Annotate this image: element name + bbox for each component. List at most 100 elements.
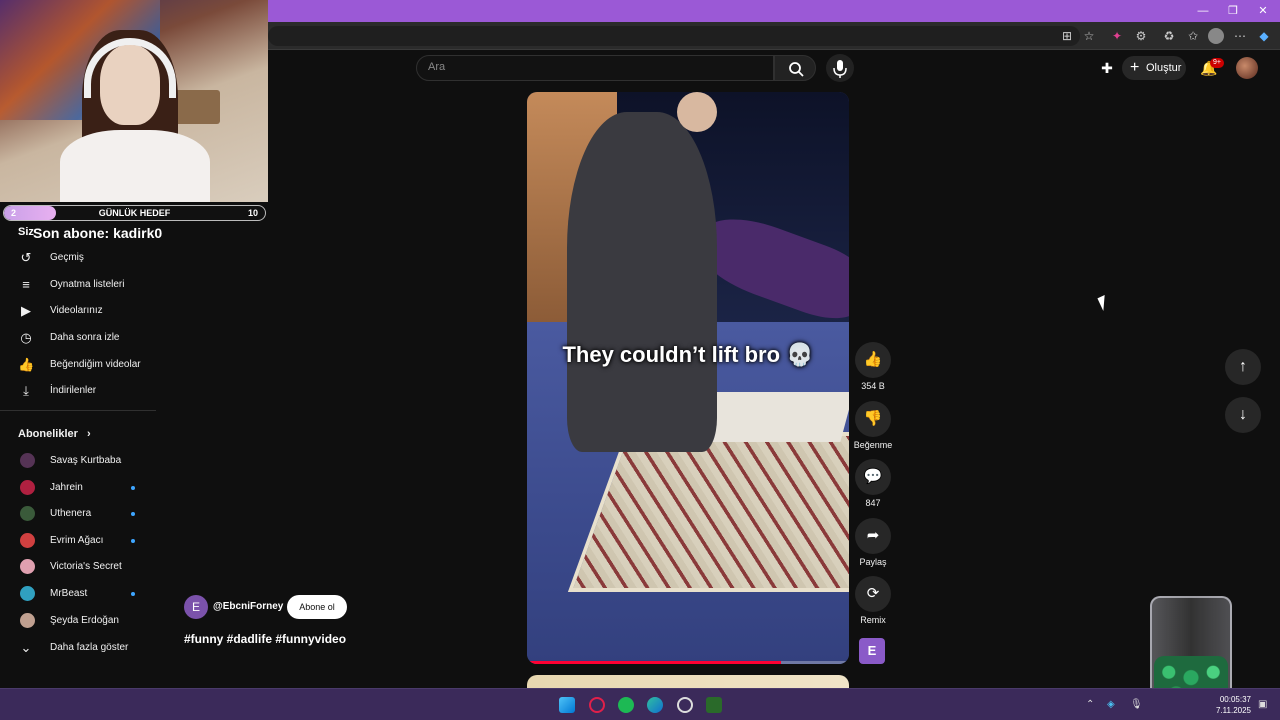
download-icon: ⤓ [23,383,29,398]
minimize-icon[interactable]: — [1188,3,1218,19]
dislike-action[interactable]: 👎 Beğenme [854,401,892,450]
channel-name: Savaş Kurtbaba [50,455,122,466]
create-button[interactable]: + Oluştur [1122,56,1186,80]
address-bar[interactable] [268,26,1080,46]
video-hashtags[interactable]: #funny #dadlife #funnyvideo [184,632,346,646]
sound-channel-badge[interactable]: E [859,638,885,664]
show-more-button[interactable]: ⌄ Daha fazla göster [0,635,156,661]
shorts-video-player[interactable]: They couldn’t lift bro 💀 [527,92,849,664]
mouse-cursor [1097,294,1111,312]
search-button[interactable] [774,55,816,81]
taskbar-clock[interactable]: 00:05:37 7.11.2025 [1216,694,1251,716]
start-icon[interactable] [559,697,575,713]
obs-icon[interactable] [677,697,693,713]
tray-chevron-icon[interactable]: ⌃ [1086,699,1094,710]
search-input[interactable] [416,55,774,81]
sidebar-subscription-item[interactable]: MrBeast [0,581,156,607]
sidebar-item-liked-videos[interactable]: 👍 Beğendiğim videolar [0,352,156,378]
new-content-dot [131,592,135,596]
sidebar-subscription-item[interactable]: Şeyda Erdoğan [0,608,156,634]
comment-count: 847 [865,498,881,508]
streamer-body [60,130,210,202]
next-short-button[interactable]: ↓ [1225,397,1261,433]
more-menu-icon[interactable]: ⋯ [1232,28,1248,44]
search-placeholder: Ara [428,61,446,73]
create-label: Oluştur [1146,62,1182,74]
extension-icon[interactable]: ✦ [1109,28,1125,44]
like-count: 354 B [861,381,885,391]
comments-action[interactable]: 💬 847 [855,459,891,508]
favorites-icon[interactable]: ✩ [1185,28,1201,44]
channel-name: Şeyda Erdoğan [50,614,119,626]
dislike-icon[interactable]: 👎 [855,401,891,437]
share-action[interactable]: ➦ Paylaş [855,518,891,567]
channel-name: MrBeast [50,588,88,599]
channel-name: Evrim Ağacı [50,534,104,546]
opera-icon[interactable] [589,697,605,713]
voice-search-button[interactable] [826,54,854,82]
copilot-icon[interactable]: ◆ [1256,28,1272,44]
remix-label: Remix [860,615,886,625]
video-progress-bar[interactable] [527,661,849,664]
arrow-up-icon: ↑ [1239,358,1247,375]
spotify-icon[interactable] [618,697,634,713]
sidebar-item-playlists[interactable]: ≡ Oynatma listeleri [0,272,156,298]
channel-avatar [20,612,35,628]
thumbs-up-icon: 👍 [18,357,35,372]
video-person-standing [567,112,717,452]
close-icon[interactable]: ✕ [1248,3,1278,19]
restore-icon[interactable]: ❐ [1218,3,1248,19]
sidebar-item-label: Videolarınız [50,305,103,316]
goal-label: GÜNLÜK HEDEF [98,208,171,218]
share-icon[interactable]: ➦ [855,518,891,554]
channel-avatar [20,506,35,522]
sidebar-subscription-item[interactable]: Uthenera [0,501,156,527]
app-grid-icon[interactable]: ⊞ [1059,28,1075,44]
favorite-star-icon[interactable]: ☆ [1081,28,1097,44]
sidebar-subscription-item[interactable]: Victoria's Secret [0,554,156,580]
browser-essentials-icon[interactable]: ♻ [1161,28,1177,44]
remix-action[interactable]: ⟳ Remix [855,576,891,625]
subscribe-button[interactable]: Abone ol [287,595,347,619]
sidebar-subscription-item[interactable]: Jahrein [0,475,156,501]
webcam-overlay [0,0,268,202]
sidebar-item-watch-later[interactable]: ◷ Daha sonra izle [0,325,156,351]
show-more-label: Daha fazla göster [50,642,129,653]
you-section-title: Siz [18,226,34,238]
channel-avatar [20,586,35,601]
like-action[interactable]: 👍 354 B [855,342,891,391]
edge-icon[interactable] [647,697,663,713]
remix-icon[interactable]: ⟳ [855,576,891,612]
channel-name: Uthenera [50,508,92,520]
clock-date: 7.11.2025 [1216,706,1251,715]
channel-avatar[interactable]: E [184,595,208,619]
sidebar-subscription-item[interactable]: Savaş Kurtbaba [0,448,156,474]
create-clapper-icon[interactable]: ✚ [1098,59,1116,77]
profile-icon[interactable] [1208,28,1224,44]
sidebar-subscription-item[interactable]: Evrim Ağacı [0,528,156,554]
previous-short-button[interactable]: ↑ [1225,349,1261,385]
windows-taskbar: ⌃ ◈ 🎙 00:05:37 7.11.2025 ▣ [0,688,1280,720]
sidebar-item-label: Daha sonra izle [50,332,120,343]
tray-app-icon[interactable]: ◈ [1107,699,1115,710]
tray-mic-icon[interactable]: 🎙 [1130,699,1143,710]
sidebar-item-label: İndirilenler [50,385,97,396]
sidebar-item-downloads[interactable]: ⤓ İndirilenler [0,378,156,404]
microphone-icon [833,60,847,78]
goal-current: 2 [11,208,17,218]
notification-center-icon[interactable]: ▣ [1258,699,1267,710]
channel-avatar [20,453,35,468]
sidebar-item-your-videos[interactable]: ▶ Videolarınız [0,298,156,324]
sidebar-divider [0,410,156,411]
account-avatar[interactable] [1236,57,1258,79]
like-icon[interactable]: 👍 [855,342,891,378]
channel-handle[interactable]: @EbcniForney [213,601,283,612]
sidebar-item-history[interactable]: ↺ Geçmiş [0,245,156,271]
screen: — ❐ ✕ ⊞ ☆ ✦ ⚙ ♻ ✩ ⋯ ◆ Ara ✚ + Oluştur 🔔 … [0,0,1280,720]
terminal-icon[interactable] [706,697,722,713]
extensions-puzzle-icon[interactable]: ⚙ [1133,28,1149,44]
subscriptions-header[interactable]: Abonelikler › [18,428,91,440]
video-caption: They couldn’t lift bro 💀 [562,342,814,367]
new-content-dot [131,538,135,543]
comment-icon[interactable]: 💬 [855,459,891,495]
